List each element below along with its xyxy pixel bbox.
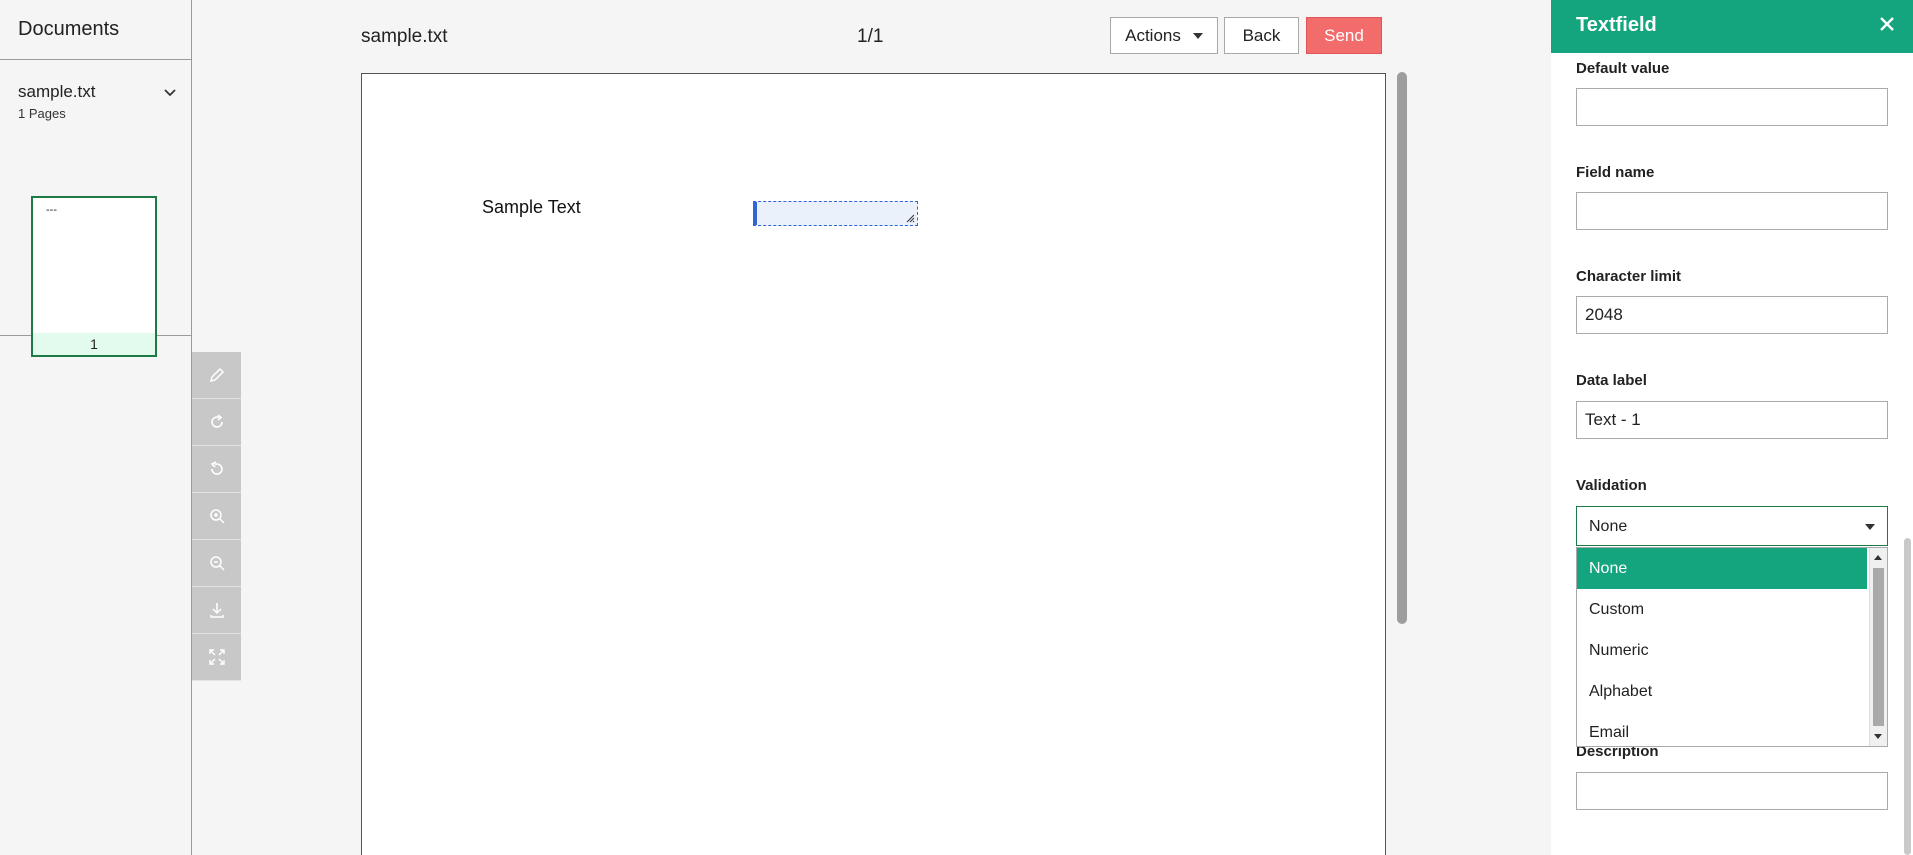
edit-button[interactable] [192,352,241,399]
zoom-in-icon [209,509,225,524]
properties-panel: Textfield Default value Field name Chara… [1551,0,1913,855]
validation-option[interactable]: Email [1577,712,1867,746]
validation-select[interactable]: None [1576,506,1888,546]
caret-down-icon [1192,32,1203,39]
rotate-button[interactable] [192,399,241,446]
page-text: Sample Text [482,197,581,217]
document-page-count: 1 Pages [18,106,66,121]
caret-down-icon [1865,524,1875,530]
field-name-label: Field name [1576,164,1655,181]
thumbnail-text: --- [46,204,57,216]
fullscreen-icon [208,649,225,665]
text-field-placeholder[interactable] [753,201,918,226]
sidebar-title: Documents [0,0,191,60]
validation-option[interactable]: Custom [1577,589,1867,630]
undo-icon [210,461,223,475]
panel-title: Textfield [1576,14,1657,36]
validation-option[interactable]: Alphabet [1577,671,1867,712]
default-value-label: Default value [1576,60,1670,77]
character-limit-input[interactable] [1576,296,1888,334]
description-input[interactable] [1576,772,1888,810]
document-entry[interactable]: sample.txt 1 Pages --- 1 [0,60,191,357]
resize-handle-icon[interactable] [906,214,915,223]
panel-header: Textfield [1551,0,1913,53]
zoom-out-icon [209,556,225,571]
pencil-icon [209,367,224,383]
validation-label: Validation [1576,477,1647,494]
scroll-down-icon[interactable] [1874,734,1882,739]
page-counter: 1/1 [857,26,884,47]
data-label-label: Data label [1576,372,1647,389]
dropdown-scrollbar[interactable] [1869,548,1887,746]
close-icon[interactable] [1876,13,1898,35]
validation-dropdown: None Custom Numeric Alphabet Email [1576,547,1888,747]
default-value-input[interactable] [1576,88,1888,126]
document-page[interactable]: Sample Text [361,73,1386,855]
file-title: sample.txt [361,26,448,47]
field-name-input[interactable] [1576,192,1888,230]
undo-button[interactable] [192,446,241,493]
chevron-down-icon[interactable] [163,86,177,100]
panel-scrollbar[interactable] [1904,538,1911,855]
back-button[interactable]: Back [1224,17,1299,54]
validation-option[interactable]: None [1577,548,1867,589]
fullscreen-button[interactable] [192,634,241,681]
validation-option[interactable]: Numeric [1577,630,1867,671]
download-icon [209,603,224,618]
validation-selected-value: None [1589,518,1628,535]
viewer-scrollbar[interactable] [1397,72,1407,624]
send-button[interactable]: Send [1306,17,1382,54]
scroll-up-icon[interactable] [1874,555,1882,560]
zoom-in-button[interactable] [192,493,241,540]
thumbnail-page-number: 1 [33,333,155,355]
dropdown-scroll-thumb[interactable] [1873,568,1884,726]
rotate-cw-icon [210,414,223,428]
download-button[interactable] [192,587,241,634]
actions-button[interactable]: Actions [1110,17,1218,54]
zoom-out-button[interactable] [192,540,241,587]
data-label-input[interactable] [1576,401,1888,439]
documents-sidebar: Documents sample.txt 1 Pages --- 1 [0,0,192,855]
viewer-toolbar [192,352,241,681]
character-limit-label: Character limit [1576,268,1682,285]
page-thumbnail[interactable]: --- 1 [31,196,157,357]
actions-label: Actions [1125,25,1181,45]
